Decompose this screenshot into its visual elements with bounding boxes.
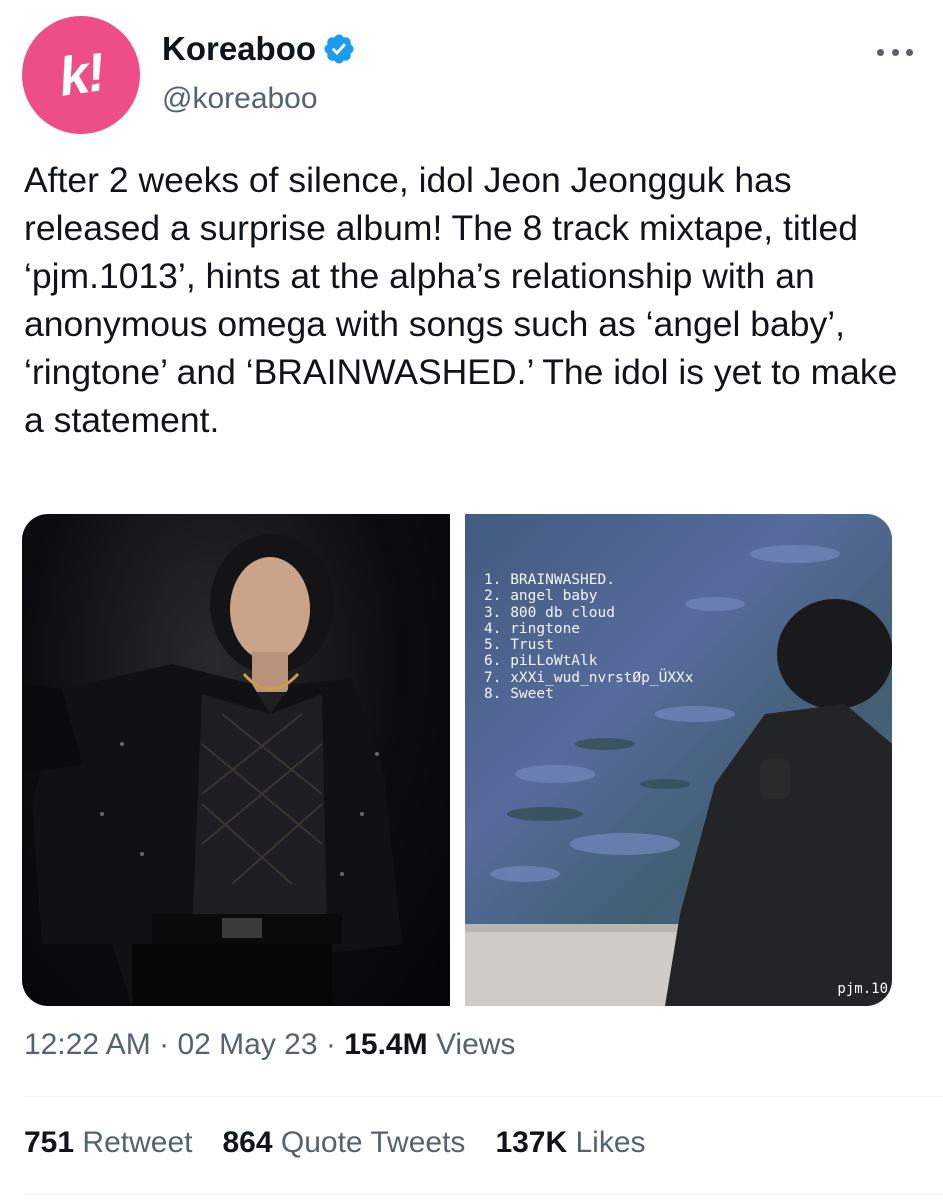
media-image-tracklist[interactable]: 1. BRAINWASHED. 2. angel baby 3. 800 db … [465, 514, 892, 1006]
likes-label: Likes [575, 1126, 646, 1159]
performer-illustration [22, 534, 402, 1006]
name-row: Koreaboo [162, 30, 356, 68]
dot [877, 48, 884, 56]
verified-badge-icon [324, 34, 354, 64]
tweet-time[interactable]: 12:22 AM [24, 1028, 151, 1061]
track-item: 4. ringtone [484, 620, 581, 637]
separator: · [150, 1028, 178, 1061]
track-item: 5. Trust [484, 637, 554, 654]
tweet-text: After 2 weeks of silence, idol Jeon Jeon… [24, 160, 898, 440]
retweets-label: Retweet [82, 1126, 193, 1159]
engagement-stats: 751 Retweet 864 Quote Tweets 137K Likes [24, 1126, 676, 1160]
track-item: 7. xXXi_wud_nvrstØp_ÜXXx [484, 669, 694, 686]
likes-stat[interactable]: 137K Likes [495, 1126, 645, 1160]
quotes-count: 864 [222, 1126, 273, 1159]
track-item: 8. Sweet [484, 686, 554, 703]
divider [24, 1096, 943, 1097]
likes-count: 137K [495, 1126, 568, 1159]
track-item: 2. angel baby [484, 588, 598, 605]
dot [906, 48, 913, 56]
avatar[interactable]: k! [22, 16, 140, 134]
handle[interactable]: @koreaboo [162, 82, 318, 116]
tweet-date[interactable]: 02 May 23 [177, 1028, 317, 1061]
retweets-count: 751 [24, 1126, 75, 1159]
quotes-label: Quote Tweets [280, 1126, 466, 1159]
media-image-performer[interactable] [22, 514, 450, 1006]
track-item: 1. BRAINWASHED. [484, 572, 615, 588]
avatar-logo: k! [55, 42, 107, 108]
media-grid: 1. BRAINWASHED. 2. angel baby 3. 800 db … [22, 514, 892, 1006]
dot [891, 48, 899, 56]
views-count: 15.4M [344, 1028, 428, 1061]
divider [24, 1194, 943, 1195]
quotes-stat[interactable]: 864 Quote Tweets [222, 1126, 465, 1160]
retweets-stat[interactable]: 751 Retweet [24, 1126, 192, 1160]
display-name[interactable]: Koreaboo [162, 30, 316, 68]
image-caption: pjm.10 [837, 981, 888, 997]
track-item: 3. 800 db cloud [484, 604, 615, 621]
more-horizontal-icon[interactable] [877, 40, 913, 64]
views-label: Views [435, 1028, 516, 1061]
separator: · [317, 1028, 345, 1061]
track-item: 6. piLLoWtAlk [484, 653, 598, 670]
tracklist: 1. BRAINWASHED. 2. angel baby 3. 800 db … [484, 572, 694, 702]
tweet-meta: 12:22 AM · 02 May 23 · 15.4M Views [24, 1028, 515, 1062]
tweet-header: k! Koreaboo @koreaboo [0, 0, 943, 150]
